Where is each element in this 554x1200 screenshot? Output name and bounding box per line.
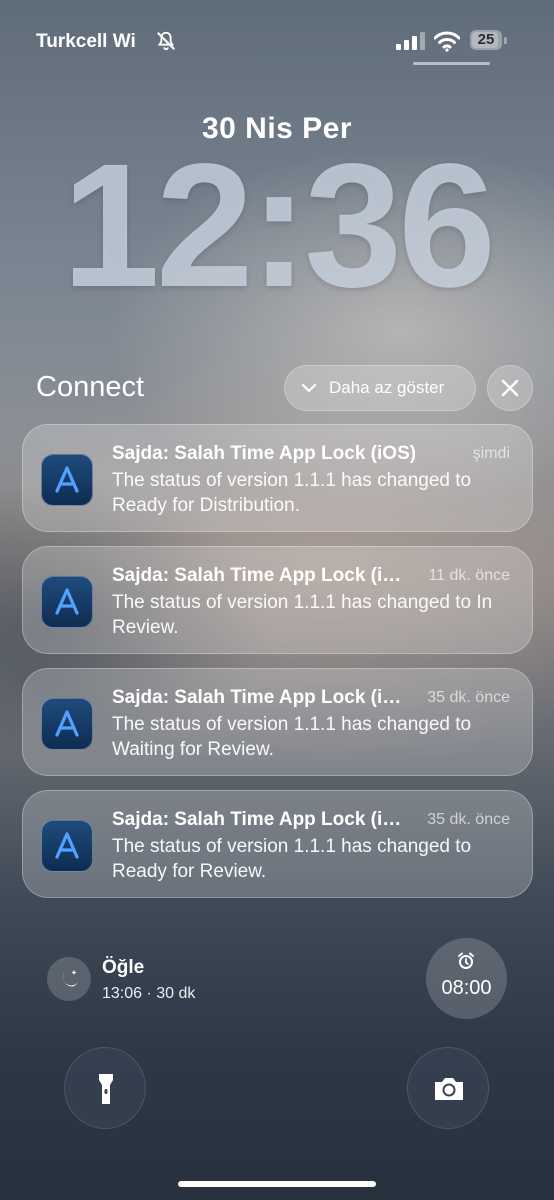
battery-icon: 25 [470,30,508,52]
notification-card[interactable]: Sajda: Salah Time App Lock (iOS) 35 dk. … [22,668,533,776]
notification-title: Sajda: Salah Time App Lock (iOS) [112,443,417,464]
close-icon [501,379,519,397]
notification-time: şimdi [472,445,510,462]
show-less-button[interactable]: Daha az göster [284,365,476,411]
flashlight-icon [99,1074,113,1104]
camera-icon [435,1078,463,1100]
notification-time: 35 dk. önce [427,811,510,828]
cellular-signal-icon [396,32,425,50]
notification-group-title: Connect [36,371,145,403]
notification-body: The status of version 1.1.1 has changed … [112,714,472,760]
lock-screen-clock: 12:36 [61,128,496,324]
prayer-widget-icon[interactable] [47,957,91,1001]
alarm-time: 08:00 [441,977,492,999]
moon-stars-icon [62,970,78,987]
status-bar: Turkcell Wi 25 [0,0,554,80]
bell-slash-icon [157,31,175,51]
notification-time: 35 dk. önce [427,689,510,706]
app-store-connect-icon [41,698,93,750]
control-center-indicator[interactable] [413,62,490,65]
battery-level: 25 [477,31,495,48]
notification-title: Sajda: Salah Time App Lock (iOS) [112,687,412,708]
show-less-label: Daha az göster [329,378,445,397]
notification-card[interactable]: Sajda: Salah Time App Lock (iOS) 35 dk. … [22,790,533,898]
clear-notifications-button[interactable] [487,365,533,411]
notification-body: The status of version 1.1.1 has changed … [112,470,472,516]
notification-time: 11 dk. önce [428,567,510,584]
flashlight-button[interactable] [64,1047,146,1129]
notification-card[interactable]: Sajda: Salah Time App Lock (iOS) 11 dk. … [22,546,533,654]
prayer-widget-subtitle: 13:06 · 30 dk [102,985,196,1002]
camera-button[interactable] [407,1047,489,1129]
wifi-icon [434,31,460,52]
notification-title: Sajda: Salah Time App Lock (iOS) [112,565,412,586]
alarm-widget[interactable]: 08:00 [426,938,507,1019]
notification-body: The status of version 1.1.1 has changed … [112,592,493,638]
carrier-name: Turkcell Wi [36,31,136,52]
app-store-connect-icon [41,576,93,628]
app-store-connect-icon [41,454,93,506]
app-store-connect-icon [41,820,93,872]
home-indicator[interactable] [178,1181,376,1187]
notification-title: Sajda: Salah Time App Lock (iOS) [112,809,412,830]
chevron-down-icon [301,383,317,393]
notification-card[interactable]: Sajda: Salah Time App Lock (iOS) şimdi T… [22,424,533,532]
prayer-widget-title[interactable]: Öğle [102,957,144,979]
notification-body: The status of version 1.1.1 has changed … [112,836,472,882]
alarm-clock-icon [458,952,474,969]
